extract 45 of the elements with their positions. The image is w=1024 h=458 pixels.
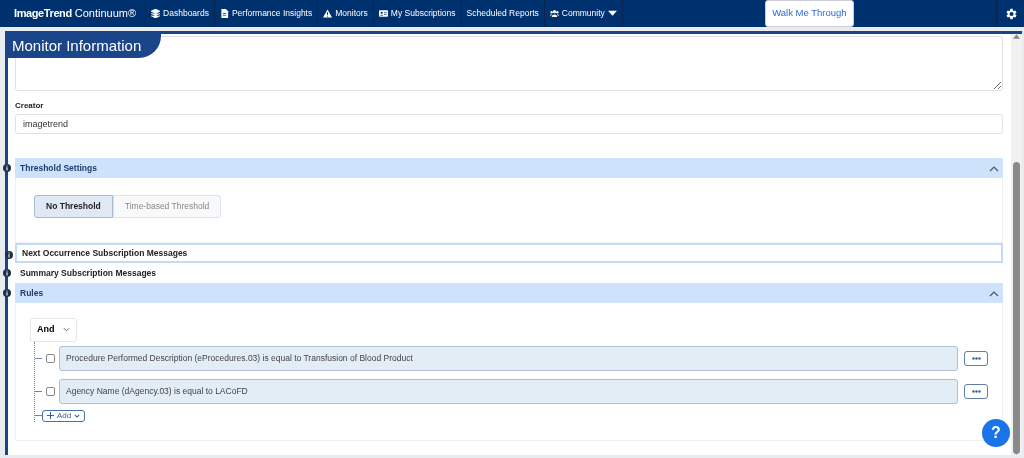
ellipsis-icon [971,389,981,393]
users-icon [549,9,559,18]
chevron-down-icon [62,327,70,333]
more-options-button[interactable] [964,383,988,399]
more-options-button[interactable] [964,350,988,366]
description-field[interactable] [15,36,1003,91]
nav-link[interactable]: Performance Insights [214,0,319,27]
walkthrough-button[interactable]: Walk Me Through [765,0,854,27]
rule-condition-field[interactable]: Procedure Performed Description (eProcedures.03) is equal to Transfusion of Blood Product [59,345,958,371]
chevron-up-icon [989,164,999,172]
section-title: Summary Subscription Messages [20,266,157,280]
creator-field[interactable]: imagetrend [15,114,1003,134]
warning-icon [323,9,333,18]
nav-link[interactable]: Community [544,0,623,27]
checkbox[interactable] [46,386,55,396]
add-button[interactable]: Add [42,409,86,422]
scrollbar-thumb[interactable] [1013,162,1020,454]
nav-link[interactable]: My Subscriptions [373,0,462,27]
ellipsis-icon [971,356,981,360]
logic-dropdown[interactable]: And [30,318,77,342]
chevron-down-icon [74,413,81,418]
stack-icon [151,9,161,18]
chevron-up-icon [989,289,999,297]
section-title: Threshold Settings [20,161,97,175]
nav-link[interactable]: Monitors [318,0,374,27]
scrollbar[interactable] [1011,34,1022,455]
rule-condition-field[interactable]: Agency Name (dAgency.03) is equal to LACoFD [59,378,958,404]
toggle-option[interactable]: Time-based Threshold [112,195,222,218]
toggle-option[interactable]: No Threshold [34,195,113,218]
section-title: Rules [20,286,44,300]
caret-icon [607,9,617,18]
field-label: Creator [15,100,45,112]
scroll-down-icon [1013,450,1020,455]
scroll-up-icon [1013,34,1020,39]
plus-icon [47,412,54,419]
help-button[interactable]: ? [982,419,1010,447]
nav-link[interactable]: Scheduled Reports [461,0,545,27]
checkbox[interactable] [46,353,55,363]
id-card-icon [378,9,388,18]
brand-logo: ImageTrend Continuum® [0,0,147,27]
nav-link[interactable]: Dashboards [146,0,215,27]
document-icon [219,9,229,18]
page-title: Monitor Information [5,34,161,58]
section-header[interactable]: Summary Subscription Messages [15,263,1003,283]
section-title: Next Occurrence Subscription Messages [22,246,188,260]
